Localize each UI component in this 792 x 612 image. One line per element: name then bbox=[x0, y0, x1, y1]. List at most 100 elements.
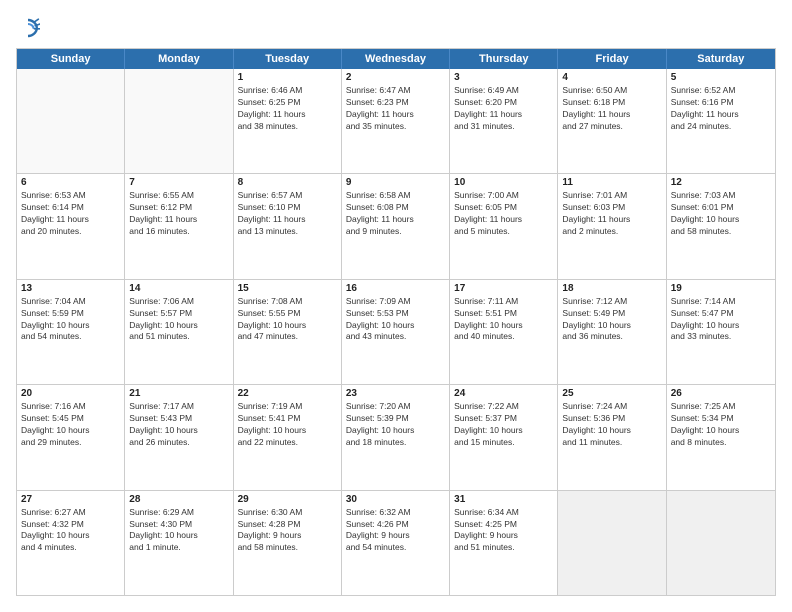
calendar-cell: 27Sunrise: 6:27 AMSunset: 4:32 PMDayligh… bbox=[17, 491, 125, 595]
cell-info-line: and 47 minutes. bbox=[238, 331, 337, 343]
cell-info-line: Daylight: 10 hours bbox=[671, 425, 771, 437]
cell-info-line: Daylight: 10 hours bbox=[238, 425, 337, 437]
cell-info-line: Sunrise: 7:00 AM bbox=[454, 190, 553, 202]
cell-info-line: and 51 minutes. bbox=[129, 331, 228, 343]
calendar: SundayMondayTuesdayWednesdayThursdayFrid… bbox=[16, 48, 776, 596]
cell-info-line: Sunrise: 7:20 AM bbox=[346, 401, 445, 413]
cell-info-line: Sunrise: 6:50 AM bbox=[562, 85, 661, 97]
day-number: 16 bbox=[346, 283, 445, 294]
cell-info-line: Sunrise: 6:34 AM bbox=[454, 507, 553, 519]
header-cell-monday: Monday bbox=[125, 49, 233, 69]
day-number: 13 bbox=[21, 283, 120, 294]
cell-info-line: Sunrise: 7:14 AM bbox=[671, 296, 771, 308]
cell-info-line: Daylight: 10 hours bbox=[346, 425, 445, 437]
calendar-cell: 24Sunrise: 7:22 AMSunset: 5:37 PMDayligh… bbox=[450, 385, 558, 489]
cell-info-line: Daylight: 10 hours bbox=[129, 320, 228, 332]
calendar-cell: 4Sunrise: 6:50 AMSunset: 6:18 PMDaylight… bbox=[558, 69, 666, 173]
day-number: 29 bbox=[238, 494, 337, 505]
calendar-cell bbox=[125, 69, 233, 173]
calendar-cell: 30Sunrise: 6:32 AMSunset: 4:26 PMDayligh… bbox=[342, 491, 450, 595]
cell-info-line: Sunrise: 6:49 AM bbox=[454, 85, 553, 97]
logo-icon bbox=[16, 16, 40, 40]
cell-info-line: Daylight: 11 hours bbox=[346, 214, 445, 226]
cell-info-line: Sunrise: 7:08 AM bbox=[238, 296, 337, 308]
cell-info-line: and 29 minutes. bbox=[21, 437, 120, 449]
cell-info-line: and 4 minutes. bbox=[21, 542, 120, 554]
calendar-row: 20Sunrise: 7:16 AMSunset: 5:45 PMDayligh… bbox=[17, 385, 775, 490]
day-number: 27 bbox=[21, 494, 120, 505]
day-number: 17 bbox=[454, 283, 553, 294]
calendar-cell bbox=[667, 491, 775, 595]
cell-info-line: Sunset: 4:30 PM bbox=[129, 519, 228, 531]
header bbox=[16, 16, 776, 40]
cell-info-line: Sunset: 6:10 PM bbox=[238, 202, 337, 214]
day-number: 10 bbox=[454, 177, 553, 188]
cell-info-line: Daylight: 10 hours bbox=[562, 320, 661, 332]
cell-info-line: Daylight: 10 hours bbox=[671, 320, 771, 332]
cell-info-line: Sunrise: 7:12 AM bbox=[562, 296, 661, 308]
day-number: 6 bbox=[21, 177, 120, 188]
cell-info-line: Sunset: 6:01 PM bbox=[671, 202, 771, 214]
cell-info-line: and 26 minutes. bbox=[129, 437, 228, 449]
calendar-cell: 10Sunrise: 7:00 AMSunset: 6:05 PMDayligh… bbox=[450, 174, 558, 278]
cell-info-line: Daylight: 11 hours bbox=[454, 109, 553, 121]
calendar-cell: 22Sunrise: 7:19 AMSunset: 5:41 PMDayligh… bbox=[234, 385, 342, 489]
day-number: 1 bbox=[238, 72, 337, 83]
cell-info-line: Daylight: 9 hours bbox=[454, 530, 553, 542]
day-number: 25 bbox=[562, 388, 661, 399]
cell-info-line: Sunrise: 7:19 AM bbox=[238, 401, 337, 413]
calendar-cell: 18Sunrise: 7:12 AMSunset: 5:49 PMDayligh… bbox=[558, 280, 666, 384]
calendar-cell bbox=[558, 491, 666, 595]
day-number: 14 bbox=[129, 283, 228, 294]
cell-info-line: Daylight: 11 hours bbox=[238, 214, 337, 226]
day-number: 22 bbox=[238, 388, 337, 399]
cell-info-line: Sunset: 5:57 PM bbox=[129, 308, 228, 320]
calendar-cell: 16Sunrise: 7:09 AMSunset: 5:53 PMDayligh… bbox=[342, 280, 450, 384]
cell-info-line: Sunrise: 6:30 AM bbox=[238, 507, 337, 519]
cell-info-line: and 35 minutes. bbox=[346, 121, 445, 133]
day-number: 11 bbox=[562, 177, 661, 188]
cell-info-line: Sunset: 6:16 PM bbox=[671, 97, 771, 109]
cell-info-line: Sunset: 5:49 PM bbox=[562, 308, 661, 320]
cell-info-line: and 38 minutes. bbox=[238, 121, 337, 133]
cell-info-line: and 22 minutes. bbox=[238, 437, 337, 449]
cell-info-line: Daylight: 11 hours bbox=[671, 109, 771, 121]
cell-info-line: Daylight: 10 hours bbox=[129, 425, 228, 437]
cell-info-line: Sunrise: 6:52 AM bbox=[671, 85, 771, 97]
cell-info-line: Daylight: 11 hours bbox=[129, 214, 228, 226]
cell-info-line: and 5 minutes. bbox=[454, 226, 553, 238]
cell-info-line: and 20 minutes. bbox=[21, 226, 120, 238]
cell-info-line: Sunrise: 7:16 AM bbox=[21, 401, 120, 413]
page: SundayMondayTuesdayWednesdayThursdayFrid… bbox=[0, 0, 792, 612]
cell-info-line: Daylight: 10 hours bbox=[454, 320, 553, 332]
cell-info-line: Sunrise: 6:57 AM bbox=[238, 190, 337, 202]
day-number: 7 bbox=[129, 177, 228, 188]
calendar-cell: 2Sunrise: 6:47 AMSunset: 6:23 PMDaylight… bbox=[342, 69, 450, 173]
cell-info-line: Sunset: 6:12 PM bbox=[129, 202, 228, 214]
day-number: 24 bbox=[454, 388, 553, 399]
cell-info-line: Daylight: 10 hours bbox=[129, 530, 228, 542]
calendar-cell: 14Sunrise: 7:06 AMSunset: 5:57 PMDayligh… bbox=[125, 280, 233, 384]
cell-info-line: Sunrise: 7:01 AM bbox=[562, 190, 661, 202]
calendar-cell: 11Sunrise: 7:01 AMSunset: 6:03 PMDayligh… bbox=[558, 174, 666, 278]
day-number: 23 bbox=[346, 388, 445, 399]
cell-info-line: and 13 minutes. bbox=[238, 226, 337, 238]
calendar-cell: 12Sunrise: 7:03 AMSunset: 6:01 PMDayligh… bbox=[667, 174, 775, 278]
day-number: 31 bbox=[454, 494, 553, 505]
cell-info-line: Sunset: 5:51 PM bbox=[454, 308, 553, 320]
cell-info-line: Sunset: 4:32 PM bbox=[21, 519, 120, 531]
calendar-cell: 25Sunrise: 7:24 AMSunset: 5:36 PMDayligh… bbox=[558, 385, 666, 489]
cell-info-line: Sunrise: 6:29 AM bbox=[129, 507, 228, 519]
day-number: 21 bbox=[129, 388, 228, 399]
header-cell-wednesday: Wednesday bbox=[342, 49, 450, 69]
cell-info-line: Sunrise: 6:55 AM bbox=[129, 190, 228, 202]
cell-info-line: Daylight: 11 hours bbox=[21, 214, 120, 226]
day-number: 2 bbox=[346, 72, 445, 83]
cell-info-line: Sunrise: 7:03 AM bbox=[671, 190, 771, 202]
cell-info-line: Sunset: 6:20 PM bbox=[454, 97, 553, 109]
cell-info-line: Sunrise: 7:17 AM bbox=[129, 401, 228, 413]
cell-info-line: Daylight: 11 hours bbox=[562, 214, 661, 226]
calendar-cell: 28Sunrise: 6:29 AMSunset: 4:30 PMDayligh… bbox=[125, 491, 233, 595]
cell-info-line: Sunrise: 7:04 AM bbox=[21, 296, 120, 308]
cell-info-line: Daylight: 10 hours bbox=[21, 425, 120, 437]
